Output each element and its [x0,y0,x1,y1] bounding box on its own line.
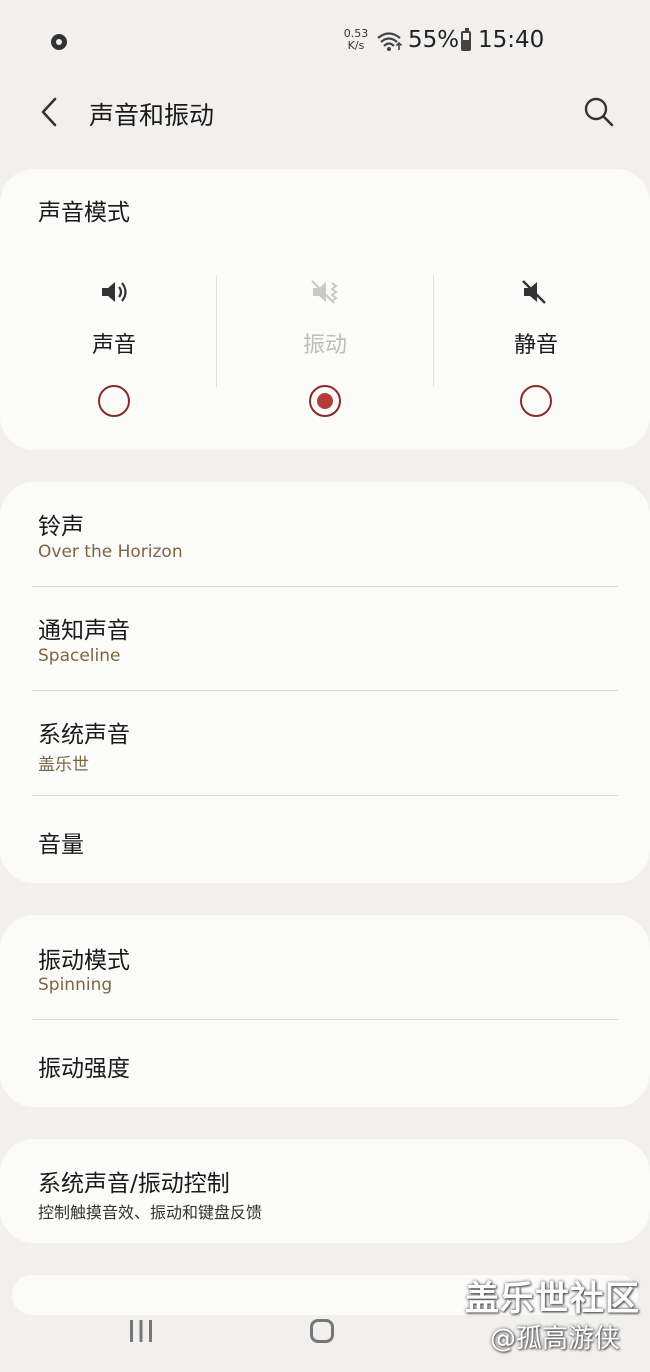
net-speed: 0.53 K/s [341,28,371,52]
net-speed-unit: K/s [347,39,365,52]
home-icon[interactable] [310,1319,334,1343]
sound-mode-option-sound[interactable]: 声音 [6,169,222,450]
vibrate-radio[interactable] [309,385,341,417]
vibrate-mode-label: 振动 [302,333,347,358]
vibration-intensity-title: 振动强度 [38,1056,130,1082]
vibrate-icon [311,280,338,304]
vibration-pattern-title: 振动模式 [38,948,130,974]
vibration-card: 振动模式 Spinning 振动强度 [0,915,650,1107]
page-title: 声音和振动 [89,101,215,130]
tones-card: 铃声 Over the Horizon 通知声音 Spaceline 系统声音 … [0,482,650,883]
mute-mode-label: 静音 [513,333,558,358]
notification-sound-value: Spaceline [38,646,121,666]
volume-title: 音量 [38,832,84,858]
notification-sound-item[interactable]: 通知声音 Spaceline [0,587,650,691]
ringtone-value: Over the Horizon [38,542,183,562]
system-control-title: 系统声音/振动控制 [38,1171,230,1197]
system-sound-value: 盖乐世 [38,755,89,775]
system-sound-item[interactable]: 系统声音 盖乐世 [0,691,650,795]
sound-mode-card: 声音模式 声音 振动 静音 [0,169,650,450]
notification-icon [51,34,67,50]
battery-percent: 55% [408,27,460,53]
mute-radio[interactable] [520,385,552,417]
system-sound-title: 系统声音 [38,722,130,748]
watermark-author: @孤高游侠 [490,1324,621,1354]
ringtone-item[interactable]: 铃声 Over the Horizon [0,482,650,586]
vibration-pattern-item[interactable]: 振动模式 Spinning [0,915,650,1019]
vibration-intensity-item[interactable]: 振动强度 [0,1020,650,1107]
back-arrow-icon[interactable] [36,96,66,128]
speaker-icon [102,282,127,302]
clock: 15:40 [478,27,545,53]
watermark-community: 盖乐世社区 [465,1279,640,1319]
volume-item[interactable]: 音量 [0,796,650,883]
status-bar: 0.53 K/s 55% 15:40 [0,0,650,84]
mute-icon [522,280,546,304]
sound-mode-option-vibrate[interactable]: 振动 [217,169,433,450]
sound-mode-label: 声音 [91,333,136,358]
recents-icon[interactable] [128,1319,154,1343]
wifi-icon [377,32,403,51]
search-icon[interactable] [582,95,616,129]
battery-icon [461,28,471,51]
vibration-pattern-value: Spinning [38,975,113,995]
system-control-card[interactable]: 系统声音/振动控制 控制触摸音效、振动和键盘反馈 [0,1139,650,1243]
system-control-subtitle: 控制触摸音效、振动和键盘反馈 [38,1203,263,1222]
notification-sound-title: 通知声音 [38,618,130,644]
sound-mode-option-mute[interactable]: 静音 [428,169,644,450]
sound-radio[interactable] [98,385,130,417]
ringtone-title: 铃声 [38,514,84,540]
